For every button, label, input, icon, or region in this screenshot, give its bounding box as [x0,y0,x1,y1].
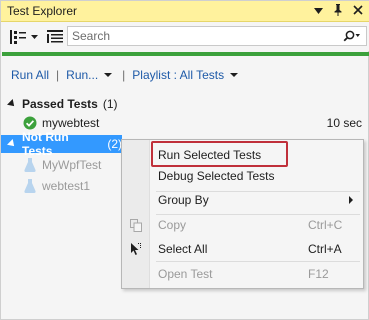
copy-icon [122,218,150,232]
menu-item-run-selected-tests[interactable]: Run Selected Tests [122,144,363,166]
menu-item-label: Debug Selected Tests [158,169,275,183]
menu-item-debug-selected-tests[interactable]: Debug Selected Tests [122,165,363,187]
search-icon[interactable] [338,30,366,42]
group-count: (1) [102,97,118,111]
test-name: MyWpfTest [42,158,102,172]
menu-item-group-by[interactable]: Group By [122,189,363,211]
submenu-arrow-icon [349,196,353,204]
context-menu: Run Selected Tests Debug Selected Tests … [121,139,364,289]
run-dropdown-icon[interactable] [104,73,113,77]
menu-item-label: Group By [158,193,209,207]
search-input[interactable] [68,27,338,45]
menu-item-shortcut: F12 [308,267,329,281]
flask-icon [23,158,37,172]
menu-item-label: Run Selected Tests [158,148,262,162]
chevron-down-icon[interactable] [312,5,324,17]
window-title: Test Explorer [7,4,78,18]
group-by-icon[interactable] [7,26,29,48]
group-name: Passed Tests [22,97,98,111]
action-bar: Run All | Run... | Playlist : All Tests [1,63,369,87]
search-box[interactable] [67,26,367,46]
menu-item-copy[interactable]: Copy Ctrl+C [122,214,363,236]
test-duration: 10 sec [326,116,362,130]
run-link[interactable]: Run... [66,68,98,82]
menu-item-label: Copy [158,218,187,232]
menu-separator [156,261,360,262]
menu-item-open-test[interactable]: Open Test F12 [122,263,363,285]
playlist-dropdown-icon[interactable] [230,73,239,77]
columns-icon[interactable] [45,26,65,48]
run-all-link[interactable]: Run All [11,68,49,82]
menu-item-select-all[interactable]: Select All Ctrl+A [122,238,363,260]
separator: | [122,68,126,82]
test-name: mywebtest [42,116,100,130]
group-count: (2) [107,137,122,151]
group-passed-tests[interactable]: Passed Tests (1) [1,95,369,113]
separator: | [56,68,60,82]
menu-item-shortcut: Ctrl+A [308,242,342,256]
expanded-arrow-icon[interactable] [7,99,17,109]
menu-item-shortcut: Ctrl+C [308,218,343,232]
group-name: Not Run Tests [22,130,69,158]
expanded-arrow-icon[interactable] [7,139,17,149]
select-all-icon [122,242,150,256]
close-icon[interactable] [352,4,364,18]
group-by-dropdown-icon[interactable] [29,26,39,48]
pin-icon[interactable] [332,3,344,19]
run-status-bar [2,52,369,56]
menu-item-label: Select All [158,242,208,256]
title-bar: Test Explorer [1,1,369,22]
flask-icon [23,179,37,193]
group-not-run-tests[interactable]: Not Run Tests (2) [1,130,122,158]
playlist-link[interactable]: Playlist : All Tests [132,68,224,82]
check-circle-icon [23,116,37,130]
menu-item-label: Open Test [158,267,213,281]
title-bar-controls [312,3,369,19]
test-name: webtest1 [42,179,91,193]
